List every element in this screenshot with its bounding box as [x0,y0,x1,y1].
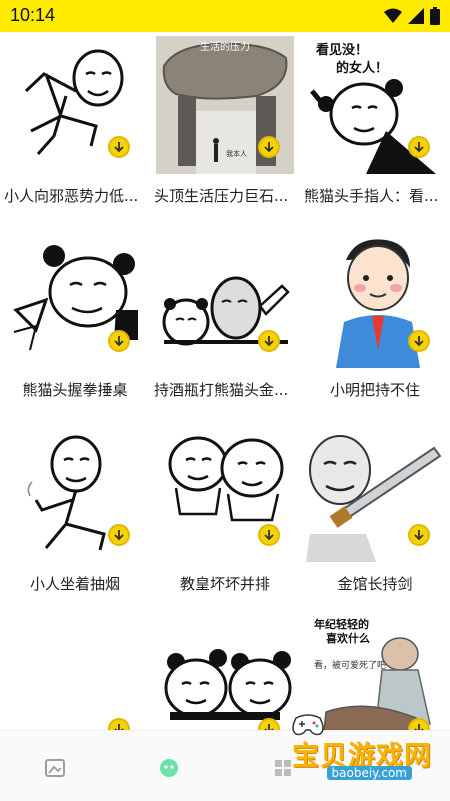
sticker-caption: 头顶生活压力巨石... [154,187,289,205]
download-arrow-icon [414,142,424,153]
svg-text:的女人！: 的女人！ [336,60,388,76]
sticker-item[interactable]: 小明把持不住 [300,226,450,416]
download-arrow-icon [414,530,424,541]
download-button[interactable] [408,524,430,546]
download-arrow-icon [114,142,124,153]
sticker-caption: 金馆长持剑 [337,575,413,593]
sticker-caption: 教皇坏坏并排 [179,575,270,593]
sticker-caption: 小明把持不住 [329,381,420,399]
sticker-item[interactable] [0,614,150,730]
sticker-item[interactable]: 看见没！ 的女人！ 熊猫头手指人：看... [300,32,450,222]
sticker-caption: 熊猫头握拳捶桌 [22,381,128,399]
sticker-item[interactable]: 熊猫头握拳捶桌 [0,226,150,416]
image-icon [45,759,65,777]
download-button[interactable] [108,136,130,158]
sticker-item[interactable]: 小人向邪恶势力低... [0,32,150,222]
download-button[interactable] [108,524,130,546]
nav-image-tab[interactable] [40,753,70,783]
download-button[interactable] [258,524,280,546]
download-arrow-icon [414,336,424,347]
download-arrow-icon [264,724,274,730]
gamepad-icon [292,714,324,736]
download-button[interactable] [408,136,430,158]
emoji-icon [160,759,178,777]
watermark: 宝贝游戏网 baobeiy.com [282,714,432,787]
sticker-caption: 小人坐着抽烟 [29,575,120,593]
watermark-url: baobeiy.com [326,766,412,780]
download-button[interactable] [258,330,280,352]
sticker-item[interactable]: 年纪轻轻的 喜欢什么 看，被可爱死了吧 [300,614,450,730]
overlay-title: 生活的压力 [200,40,250,53]
svg-text:看，被可爱死了吧: 看，被可爱死了吧 [314,659,386,671]
signal-icon [408,8,424,24]
sticker-caption: 熊猫头手指人：看... [304,187,439,205]
download-button[interactable] [108,330,130,352]
download-button[interactable] [408,330,430,352]
status-bar: 10:14 [0,0,450,32]
download-arrow-icon [114,336,124,347]
download-button[interactable] [258,136,280,158]
sticker-caption: 持酒瓶打熊猫头金... [154,381,289,399]
sticker-item[interactable] [150,614,300,730]
sticker-image[interactable]: 年纪轻轻的 喜欢什么 看，被可爱死了吧 [306,614,444,730]
sticker-item[interactable]: 金馆长持剑 [300,420,450,610]
sticker-item[interactable]: 持酒瓶打熊猫头金... [150,226,300,416]
sticker-item[interactable]: 教皇坏坏并排 [150,420,300,610]
battery-icon [430,7,440,25]
download-arrow-icon [114,530,124,541]
wifi-icon [384,8,402,23]
download-arrow-icon [414,724,424,730]
svg-text:年纪轻轻的: 年纪轻轻的 [314,617,369,631]
download-arrow-icon [264,336,274,347]
sticker-grid: 小人向邪恶势力低... 生活的压力 我本人 头顶生活压力巨石... 看见没！ 的… [0,32,450,730]
sticker-item[interactable]: 小人坐着抽烟 [0,420,150,610]
sticker-item[interactable]: 生活的压力 我本人 头顶生活压力巨石... [150,32,300,222]
svg-text:喜欢什么: 喜欢什么 [326,631,370,645]
sticker-image[interactable] [156,618,294,730]
download-arrow-icon [264,142,274,153]
sticker-image[interactable] [6,618,144,730]
status-icons [384,7,440,25]
download-arrow-icon [114,724,124,730]
download-arrow-icon [264,530,274,541]
nav-emoji-tab[interactable] [154,753,184,783]
status-time: 10:14 [10,5,56,25]
sticker-caption: 小人向邪恶势力低... [4,187,139,205]
svg-text:看见没！: 看见没！ [316,42,368,58]
overlay-sub: 我本人 [226,149,247,158]
